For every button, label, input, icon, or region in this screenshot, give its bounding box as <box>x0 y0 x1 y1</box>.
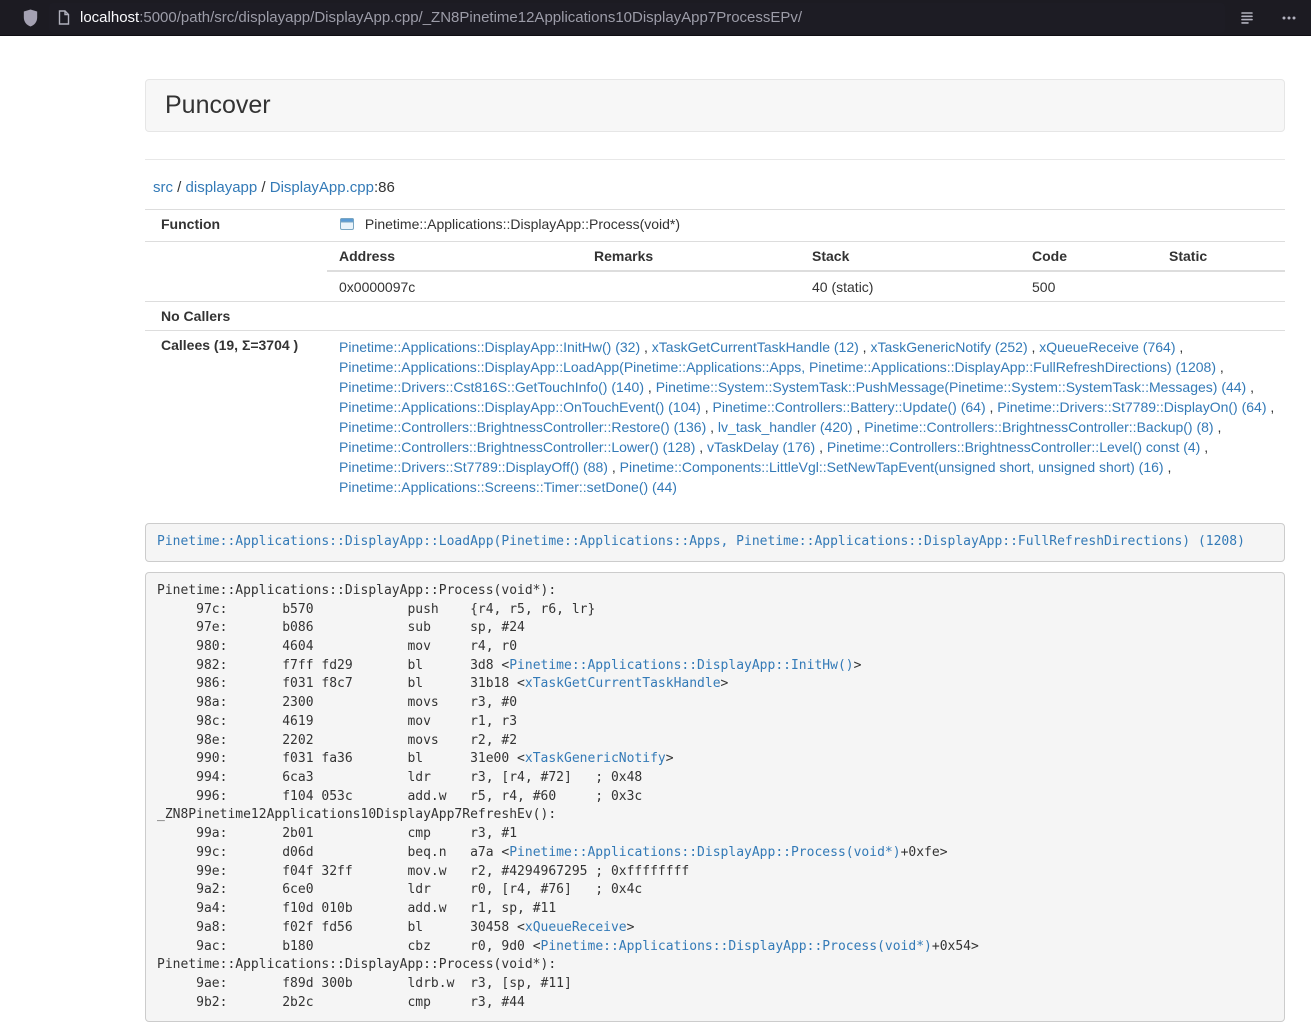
callee-link[interactable]: Pinetime::Controllers::Battery::Update()… <box>713 399 986 415</box>
breadcrumb-link-displayapp.cpp[interactable]: DisplayApp.cpp <box>270 179 374 196</box>
selected-symbol-box: Pinetime::Applications::DisplayApp::Load… <box>145 523 1285 562</box>
callee-link[interactable]: Pinetime::Applications::DisplayApp::Init… <box>339 339 640 355</box>
callee-link[interactable]: Pinetime::Controllers::BrightnessControl… <box>339 439 695 455</box>
callee-link[interactable]: Pinetime::Controllers::BrightnessControl… <box>339 419 706 435</box>
value-address: 0x0000097c <box>327 271 582 301</box>
disasm-symbol-link[interactable]: xQueueReceive <box>525 920 627 935</box>
col-address: Address <box>327 242 582 271</box>
callee-link[interactable]: vTaskDelay (176) <box>707 439 815 455</box>
page-info-icon[interactable] <box>57 10 70 25</box>
stats-table: Address Remarks Stack Code Static 0x0000… <box>327 242 1285 301</box>
disasm-symbol-link[interactable]: xTaskGetCurrentTaskHandle <box>525 676 721 691</box>
url-path: :5000/path/src/displayapp/DisplayApp.cpp… <box>139 9 802 26</box>
page-title: Puncover <box>165 91 1265 120</box>
url-hostname: localhost <box>80 9 139 26</box>
callee-link[interactable]: Pinetime::Applications::DisplayApp::Load… <box>339 359 1216 375</box>
function-name: Pinetime::Applications::DisplayApp::Proc… <box>365 216 680 232</box>
disasm-symbol-link[interactable]: Pinetime::Applications::DisplayApp::Proc… <box>509 845 900 860</box>
app-header-panel: Puncover <box>145 79 1285 132</box>
callee-link[interactable]: lv_task_handler (420) <box>718 419 853 435</box>
breadcrumb-link-displayapp[interactable]: displayapp <box>186 179 258 196</box>
callee-link[interactable]: xTaskGenericNotify (252) <box>870 339 1027 355</box>
callee-link[interactable]: Pinetime::Drivers::St7789::DisplayOff() … <box>339 459 608 475</box>
stats-header-row: Address Remarks Stack Code Static <box>327 242 1285 271</box>
callee-link[interactable]: Pinetime::Controllers::BrightnessControl… <box>827 439 1200 455</box>
reader-view-icon[interactable] <box>1239 10 1255 26</box>
stats-row: Address Remarks Stack Code Static 0x0000… <box>145 242 1285 302</box>
no-callers-label: No Callers <box>145 302 327 331</box>
shield-icon[interactable] <box>22 9 39 27</box>
function-label: Function <box>145 210 327 242</box>
callee-link[interactable]: Pinetime::Applications::DisplayApp::OnTo… <box>339 399 701 415</box>
breadcrumb: src / displayapp / DisplayApp.cpp:86 <box>145 179 1285 196</box>
stats-label-empty <box>145 242 327 302</box>
callee-link[interactable]: Pinetime::Components::LittleVgl::SetNewT… <box>620 459 1164 475</box>
value-code: 500 <box>1020 271 1157 301</box>
no-callers-row: No Callers <box>145 302 1285 331</box>
disassembly-block: Pinetime::Applications::DisplayApp::Proc… <box>145 572 1285 1022</box>
value-remarks <box>582 271 800 301</box>
stats-values-row: 0x0000097c 40 (static) 500 <box>327 271 1285 301</box>
browser-chrome: localhost:5000/path/src/displayapp/Displ… <box>0 0 1311 36</box>
url-bar[interactable]: localhost:5000/path/src/displayapp/Displ… <box>49 3 1225 33</box>
value-stack: 40 (static) <box>800 271 1020 301</box>
col-static: Static <box>1157 242 1285 271</box>
callee-link[interactable]: xTaskGetCurrentTaskHandle (12) <box>652 339 859 355</box>
callees-row: Callees (19, Σ=3704 ) Pinetime::Applicat… <box>145 331 1285 504</box>
function-icon <box>339 216 355 235</box>
main-content: Puncover src / displayapp / DisplayApp.c… <box>145 79 1285 1022</box>
more-options-icon[interactable] <box>1281 10 1297 26</box>
symbol-table: Function Pinetime::Applications::Display… <box>145 209 1285 503</box>
breadcrumb-link-src[interactable]: src <box>153 179 173 196</box>
callee-link[interactable]: Pinetime::Controllers::BrightnessControl… <box>864 419 1213 435</box>
function-row: Function Pinetime::Applications::Display… <box>145 210 1285 242</box>
callees-label: Callees (19, Σ=3704 ) <box>145 331 327 504</box>
url-text: localhost:5000/path/src/displayapp/Displ… <box>80 9 802 26</box>
callee-link[interactable]: xQueueReceive (764) <box>1039 339 1175 355</box>
no-callers-cell <box>327 302 1285 331</box>
disasm-symbol-link[interactable]: Pinetime::Applications::DisplayApp::Init… <box>509 658 853 673</box>
divider <box>145 159 1285 160</box>
disasm-symbol-link[interactable]: xTaskGenericNotify <box>525 751 666 766</box>
function-cell: Pinetime::Applications::DisplayApp::Proc… <box>327 210 1285 242</box>
col-stack: Stack <box>800 242 1020 271</box>
load-app-symbol-link[interactable]: Pinetime::Applications::DisplayApp::Load… <box>157 534 1245 549</box>
callee-link[interactable]: Pinetime::Applications::Screens::Timer::… <box>339 479 677 495</box>
col-remarks: Remarks <box>582 242 800 271</box>
disasm-symbol-link[interactable]: Pinetime::Applications::DisplayApp::Proc… <box>541 939 932 954</box>
value-static <box>1157 271 1285 301</box>
callees-list: Pinetime::Applications::DisplayApp::Init… <box>327 331 1285 504</box>
callee-link[interactable]: Pinetime::Drivers::St7789::DisplayOn() (… <box>997 399 1266 415</box>
callee-link[interactable]: Pinetime::System::SystemTask::PushMessag… <box>656 379 1247 395</box>
callee-link[interactable]: Pinetime::Drivers::Cst816S::GetTouchInfo… <box>339 379 644 395</box>
col-code: Code <box>1020 242 1157 271</box>
stats-cell: Address Remarks Stack Code Static 0x0000… <box>327 242 1285 302</box>
